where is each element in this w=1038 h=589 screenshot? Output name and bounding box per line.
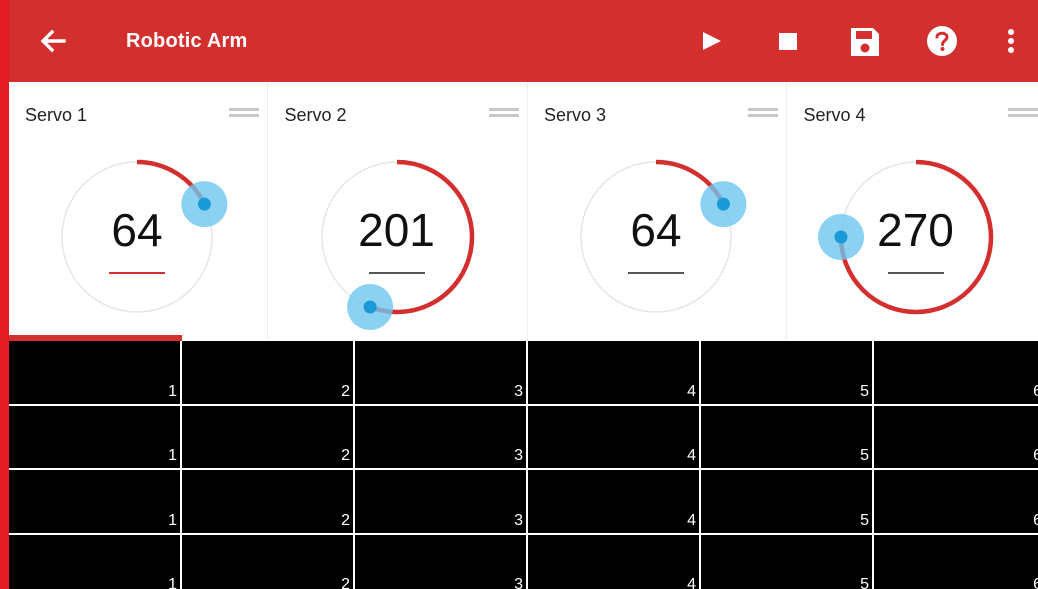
- servo-value-underline: [368, 272, 425, 274]
- grid-cell[interactable]: 6: [874, 470, 1038, 535]
- stop-button[interactable]: [770, 22, 806, 60]
- save-icon: [851, 28, 879, 56]
- grid-cell[interactable]: 4: [528, 405, 701, 470]
- grid-cell-number: 1: [168, 447, 177, 464]
- servo-value: 270: [877, 204, 954, 256]
- grid-cell[interactable]: 1: [9, 470, 182, 535]
- help-icon: [927, 26, 957, 56]
- grid-cell-number: 4: [687, 576, 696, 589]
- grid-cell[interactable]: 4: [528, 341, 701, 406]
- grid-cell-number: 5: [860, 447, 869, 464]
- grid-cell-number: 6: [1033, 511, 1038, 529]
- grid-cell[interactable]: 2: [182, 470, 355, 535]
- sequence-grid: 1 2 3 4 5 6 1 2 3 4 5 6 1 2 3 4 5 6 1 2 3 4 5 6: [9, 341, 1038, 589]
- dial-thumb[interactable]: [197, 197, 211, 211]
- grid-cell[interactable]: 6: [874, 406, 1038, 470]
- grid-cell-number: 3: [514, 447, 523, 464]
- grid-cell-number: 2: [341, 511, 350, 529]
- servo-value-underline: [628, 272, 684, 274]
- grid-cell-number: 5: [860, 511, 869, 529]
- grid-cell-number: 2: [341, 447, 350, 464]
- help-button[interactable]: [924, 22, 960, 60]
- grid-cell-number: 4: [687, 447, 696, 464]
- servo-value-underline: [109, 272, 165, 274]
- grid-cell-number: 3: [514, 382, 523, 400]
- grid-cell[interactable]: 1: [9, 341, 182, 406]
- grid-cell[interactable]: 5: [701, 405, 874, 470]
- servo-panel: Servo 1 64 Servo 2 201 Servo 3 64 Servo 4 270: [9, 82, 1038, 340]
- play-icon: [703, 32, 721, 50]
- save-button[interactable]: [847, 22, 883, 60]
- grid-cell[interactable]: 4: [528, 470, 701, 535]
- dial-thumb[interactable]: [363, 300, 377, 314]
- grid-cell-number: 5: [860, 576, 869, 589]
- arrow-back-icon: [40, 29, 66, 53]
- servo-value: 201: [358, 204, 435, 256]
- grid-cell[interactable]: 3: [355, 341, 528, 406]
- grid-cell-number: 4: [687, 511, 696, 529]
- app-window: Robotic Arm Servo 1 64 Servo 2 201 Servo…: [9, 0, 1038, 589]
- grid-cell[interactable]: 3: [355, 405, 528, 470]
- grid-cell-number: 6: [1033, 382, 1038, 400]
- grid-cell-number: 6: [1033, 576, 1038, 589]
- servo-card: Servo 4 270: [788, 82, 1038, 340]
- grid-cell[interactable]: 4: [528, 534, 701, 589]
- servo-card: Servo 2 201: [269, 82, 528, 340]
- grid-cell-number: 1: [168, 382, 177, 400]
- grid-cell[interactable]: 5: [701, 470, 874, 535]
- grid-cell[interactable]: 2: [182, 534, 355, 589]
- more-vert-icon: [1008, 29, 1014, 53]
- servo-value: 64: [111, 204, 163, 256]
- app-title: Robotic Arm: [126, 30, 248, 52]
- play-button[interactable]: [694, 22, 730, 60]
- grid-cell[interactable]: 6: [874, 341, 1038, 406]
- grid-cell-number: 6: [1033, 447, 1038, 464]
- grid-cell[interactable]: 5: [701, 534, 874, 589]
- app-bar: Robotic Arm: [9, 0, 1038, 82]
- grid-cell[interactable]: 3: [355, 470, 528, 535]
- grid-cell[interactable]: 1: [9, 405, 182, 470]
- back-button[interactable]: [37, 25, 69, 57]
- grid-cell-number: 1: [168, 576, 177, 589]
- grid-cell-number: 1: [168, 511, 177, 529]
- servo-value: 64: [630, 204, 682, 256]
- grid-cell-number: 5: [860, 382, 869, 400]
- grid-cell-number: 4: [687, 382, 696, 400]
- servo-card: Servo 3 64: [528, 82, 787, 340]
- servo-value-underline: [887, 272, 944, 274]
- grid-cell[interactable]: 1: [9, 534, 182, 589]
- grid-cell[interactable]: 6: [874, 535, 1038, 589]
- grid-cell-number: 2: [341, 576, 350, 589]
- grid-cell[interactable]: 5: [701, 341, 874, 406]
- stop-icon: [779, 33, 797, 50]
- servo-card: Servo 1 64: [9, 82, 268, 340]
- overflow-menu-button[interactable]: [994, 22, 1028, 60]
- grid-cell-number: 3: [514, 511, 523, 529]
- grid-cell[interactable]: 3: [355, 534, 528, 589]
- grid-cell-number: 2: [341, 382, 350, 400]
- grid-cell[interactable]: 2: [182, 405, 355, 470]
- dial-thumb[interactable]: [716, 197, 730, 211]
- grid-cell-number: 3: [514, 576, 523, 589]
- dial-thumb[interactable]: [834, 230, 847, 244]
- grid-cell[interactable]: 2: [182, 341, 355, 406]
